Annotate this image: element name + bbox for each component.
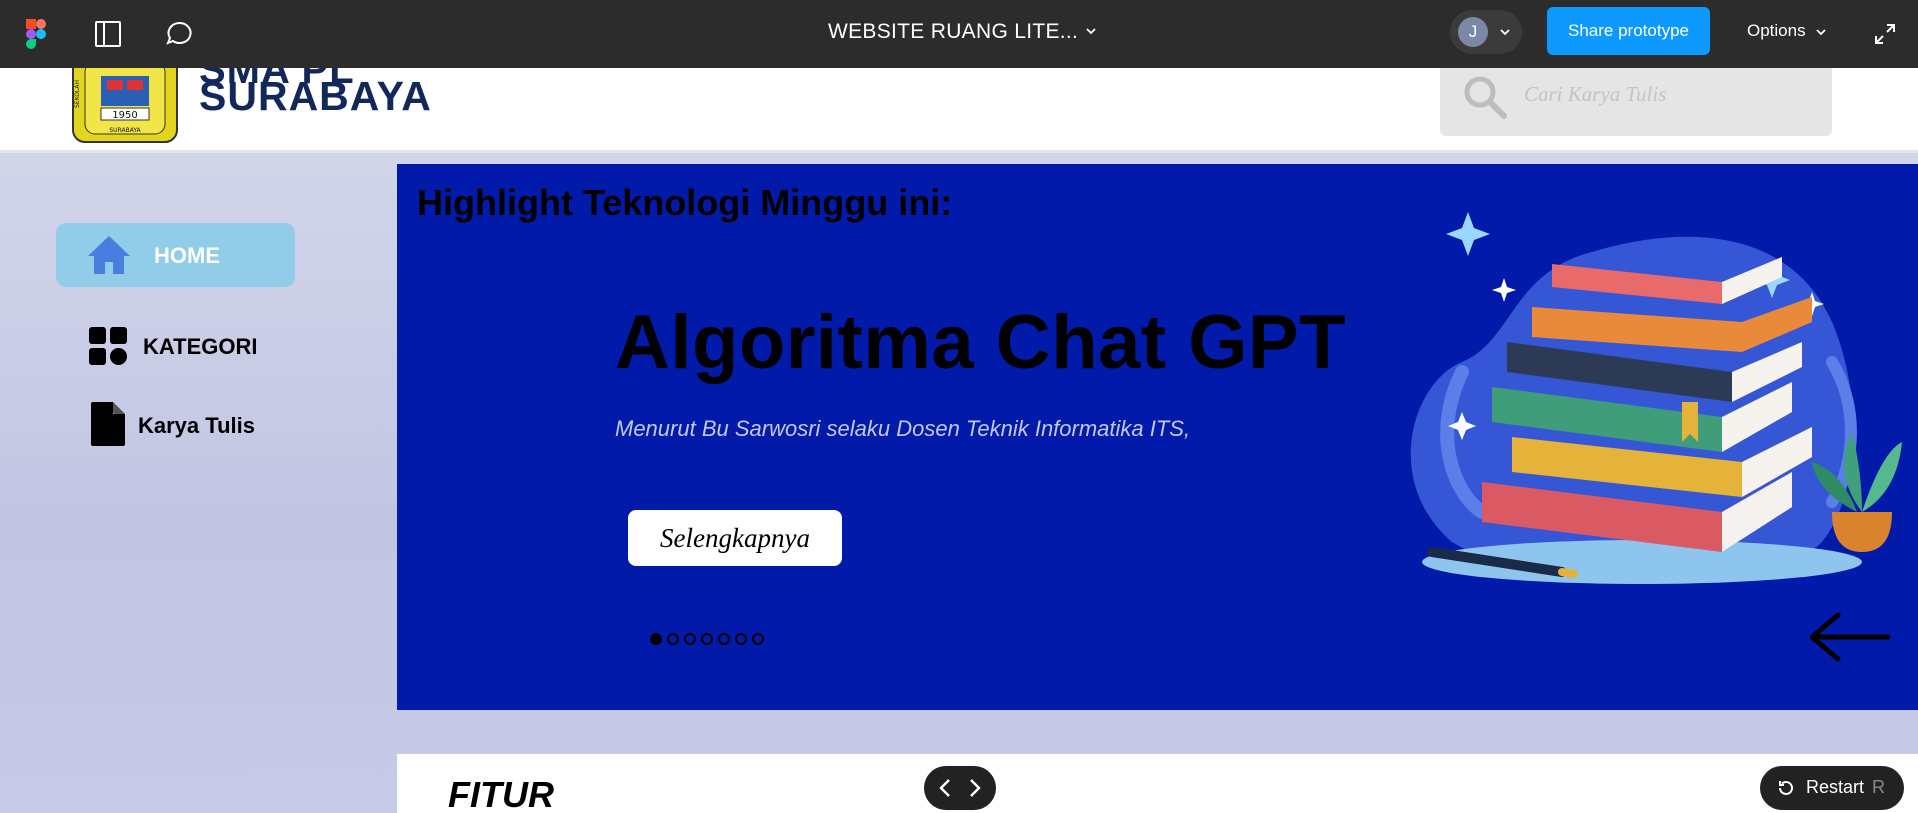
avatar: J	[1458, 17, 1488, 47]
chevron-left-icon[interactable]	[934, 776, 958, 800]
sidebar-toggle-icon[interactable]	[89, 15, 127, 53]
feature-title: FITUR	[448, 774, 554, 813]
hero-subtitle: Menurut Bu Sarwosri selaku Dosen Teknik …	[615, 416, 1191, 441]
carousel-dot[interactable]	[735, 633, 747, 645]
svg-text:SEKOLAH: SEKOLAH	[74, 80, 81, 108]
search-bar[interactable]	[1440, 68, 1832, 136]
hero-heading: Highlight Teknologi Minggu ini:	[417, 182, 953, 223]
grid-icon	[89, 327, 127, 365]
search-input[interactable]	[1522, 78, 1816, 110]
share-prototype-button[interactable]: Share prototype	[1547, 7, 1710, 55]
figma-logo-icon[interactable]	[17, 15, 55, 53]
books-illustration	[1410, 212, 1902, 584]
hero-title: Algoritma Chat GPT	[615, 300, 1347, 385]
carousel-dot[interactable]	[650, 633, 662, 645]
hero-banner: Highlight Teknologi Minggu ini: Algoritm…	[397, 164, 1918, 710]
carousel-dot[interactable]	[667, 633, 679, 645]
feature-section: FITUR	[397, 754, 1918, 813]
chevron-down-icon	[1816, 28, 1826, 35]
restart-label: Restart	[1806, 777, 1865, 797]
search-icon	[1464, 76, 1507, 119]
document-icon	[91, 402, 125, 446]
comment-icon[interactable]	[160, 15, 198, 53]
chevron-right-icon[interactable]	[962, 776, 986, 800]
school-logo: 1950 SURABAYA SEKOLAH	[72, 68, 178, 143]
options-menu[interactable]: Options	[1747, 21, 1828, 41]
school-name: SURABAYA	[199, 73, 432, 119]
options-label: Options	[1747, 21, 1806, 40]
carousel-dot[interactable]	[718, 633, 730, 645]
carousel-dots	[650, 633, 764, 645]
sidebar-item-home[interactable]: HOME	[56, 223, 295, 287]
chevron-down-icon[interactable]	[1084, 24, 1098, 38]
sidebar-item-label: KATEGORI	[143, 334, 258, 359]
restart-icon	[1779, 780, 1793, 795]
fullscreen-icon[interactable]	[1866, 15, 1904, 53]
restart-button[interactable]: Restart R	[1760, 766, 1904, 810]
carousel-dot[interactable]	[701, 633, 713, 645]
sidebar-item-kategori[interactable]: KATEGORI	[86, 324, 286, 368]
carousel-dot[interactable]	[684, 633, 696, 645]
figma-toolbar: WEBSITE RUANG LITE... J Share prototype …	[0, 0, 1918, 68]
prototype-canvas: 1950 SURABAYA SEKOLAH SMA PL SURABAYA HO…	[0, 68, 1918, 813]
user-menu[interactable]: J	[1450, 10, 1522, 54]
chevron-down-icon	[1500, 29, 1510, 36]
sidebar-item-label: Karya Tulis	[138, 413, 255, 438]
file-title[interactable]: WEBSITE RUANG LITE...	[828, 20, 1078, 44]
carousel-dot[interactable]	[752, 633, 764, 645]
restart-shortcut: R	[1872, 777, 1885, 797]
read-more-button[interactable]: Selengkapnya	[628, 510, 842, 566]
svg-text:SURABAYA: SURABAYA	[109, 127, 141, 134]
site-header: 1950 SURABAYA SEKOLAH SMA PL SURABAYA	[0, 68, 1918, 153]
arrow-left-icon[interactable]	[1810, 612, 1890, 662]
svg-text:1950: 1950	[112, 110, 137, 121]
sidebar-item-label: HOME	[154, 243, 220, 268]
sidebar-item-karya-tulis[interactable]: Karya Tulis	[88, 402, 288, 448]
prototype-navigation	[924, 766, 996, 810]
home-icon	[88, 236, 130, 274]
